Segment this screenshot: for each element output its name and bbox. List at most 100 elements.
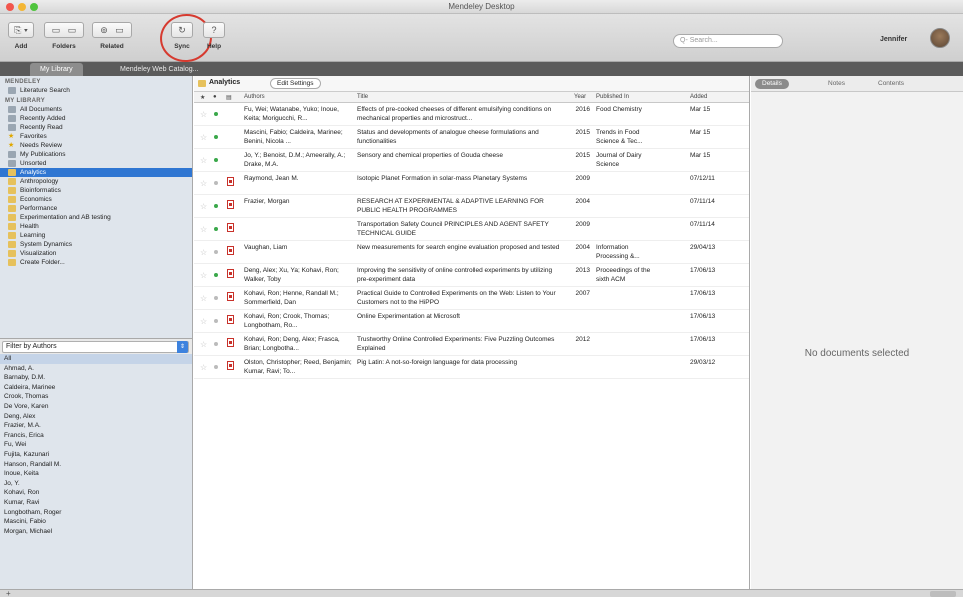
read-status-icon[interactable] — [214, 227, 218, 231]
read-status-column-icon[interactable]: ● — [213, 94, 217, 100]
star-icon[interactable]: ☆ — [200, 294, 207, 303]
edit-settings-button[interactable]: Edit Settings — [270, 78, 321, 89]
star-icon[interactable]: ☆ — [200, 248, 207, 257]
table-row[interactable]: ☆ Deng, Alex; Xu, Ya; Kohavi, Ron; Walker… — [194, 264, 749, 287]
help-button[interactable]: ? — [203, 22, 225, 38]
folders-button[interactable]: ▭ ▭ — [44, 22, 84, 38]
scrollbar[interactable] — [930, 591, 956, 597]
add-button[interactable]: ⎘ ▾ — [8, 22, 34, 38]
star-icon[interactable]: ☆ — [200, 133, 207, 142]
column-year[interactable]: Year — [574, 94, 586, 100]
column-authors[interactable]: Authors — [244, 94, 265, 100]
table-row[interactable]: ☆ Vaughan, Liam New measurements for searc… — [194, 241, 749, 264]
author-item[interactable]: Francis, Erica — [0, 431, 192, 441]
author-item[interactable]: Hanson, Randall M. — [0, 460, 192, 470]
tab-details[interactable]: Details — [755, 79, 789, 89]
tab-notes[interactable]: Notes — [821, 79, 852, 89]
sidebar-item-library[interactable]: Recently Read — [0, 123, 192, 132]
tab-web-catalog[interactable]: Mendeley Web Catalog... — [110, 63, 208, 76]
star-icon[interactable]: ☆ — [200, 363, 207, 372]
pdf-icon[interactable] — [227, 200, 234, 209]
author-item[interactable]: Frazier, M.A. — [0, 421, 192, 431]
sidebar-item-folder[interactable]: Visualization — [0, 249, 192, 258]
table-row[interactable]: ☆ Frazier, Morgan RESEARCH AT EXPERIMENTAL… — [194, 195, 749, 218]
author-item[interactable]: Inoue, Keita — [0, 469, 192, 479]
sidebar-item-library[interactable]: ★ Needs Review — [0, 141, 192, 150]
favorite-column-icon[interactable]: ★ — [200, 94, 205, 101]
author-item[interactable]: Jo, Y. — [0, 479, 192, 489]
author-item[interactable]: Kohavi, Ron — [0, 488, 192, 498]
table-row[interactable]: ☆ Transportation Safety Council PRINCIPLE… — [194, 218, 749, 241]
author-item[interactable]: Caldeira, Marinee — [0, 383, 192, 393]
pdf-icon[interactable] — [227, 269, 234, 278]
table-row[interactable]: ☆ Jo, Y.; Benoist, D.M.; Ameerally, A.; D… — [194, 149, 749, 172]
tab-contents[interactable]: Contents — [871, 79, 911, 89]
user-name[interactable]: Jennifer — [880, 36, 907, 43]
column-published-in[interactable]: Published In — [596, 94, 629, 100]
author-item[interactable]: Morgan, Michael — [0, 527, 192, 537]
author-item[interactable]: Crook, Thomas — [0, 392, 192, 402]
sidebar-item-library[interactable]: ★ Favorites — [0, 132, 192, 141]
author-item[interactable]: Mascini, Fabio — [0, 517, 192, 527]
author-item[interactable]: Barnaby, D.M. — [0, 373, 192, 383]
column-added[interactable]: Added — [690, 94, 707, 100]
read-status-icon[interactable] — [214, 273, 218, 277]
table-row[interactable]: ☆ Kohavi, Ron; Deng, Alex; Frasca, Brian;… — [194, 333, 749, 356]
sidebar-item-folder[interactable]: System Dynamics — [0, 240, 192, 249]
column-title[interactable]: Title — [357, 94, 368, 100]
file-column-icon[interactable]: ▤ — [226, 94, 232, 101]
author-item[interactable]: Kumar, Ravi — [0, 498, 192, 508]
search-input[interactable]: Q- Search... — [673, 34, 783, 48]
read-status-icon[interactable] — [214, 365, 218, 369]
author-item[interactable]: Deng, Alex — [0, 412, 192, 422]
table-row[interactable]: ☆ Kohavi, Ron; Henne, Randall M.; Sommerf… — [194, 287, 749, 310]
sidebar-item-folder[interactable]: Health — [0, 222, 192, 231]
star-icon[interactable]: ☆ — [200, 225, 207, 234]
pdf-icon[interactable] — [227, 177, 234, 186]
read-status-icon[interactable] — [214, 342, 218, 346]
sidebar-item-library[interactable]: My Publications — [0, 150, 192, 159]
read-status-icon[interactable] — [214, 158, 218, 162]
pdf-icon[interactable] — [227, 338, 234, 347]
pdf-icon[interactable] — [227, 223, 234, 232]
read-status-icon[interactable] — [214, 135, 218, 139]
filter-select[interactable]: Filter by Authors ⇕ — [2, 341, 189, 353]
sidebar-item-library[interactable]: Unsorted — [0, 159, 192, 168]
author-item[interactable]: Longbotham, Roger — [0, 508, 192, 518]
table-row[interactable]: ☆ Mascini, Fabio; Caldeira, Marinee; Beni… — [194, 126, 749, 149]
sidebar-item-library[interactable]: All Documents — [0, 105, 192, 114]
pdf-icon[interactable] — [227, 361, 234, 370]
star-icon[interactable]: ☆ — [200, 156, 207, 165]
author-item[interactable]: Fu, Wei — [0, 440, 192, 450]
author-item[interactable]: De Vore, Karen — [0, 402, 192, 412]
table-row[interactable]: ☆ Raymond, Jean M. Isotopic Planet Formati… — [194, 172, 749, 195]
read-status-icon[interactable] — [214, 319, 218, 323]
star-icon[interactable]: ☆ — [200, 110, 207, 119]
read-status-icon[interactable] — [214, 296, 218, 300]
related-button[interactable]: ⊚ ▭ — [92, 22, 132, 38]
sidebar-item-folder[interactable]: Experimentation and AB testing — [0, 213, 192, 222]
sidebar-item-folder[interactable]: Bioinformatics — [0, 186, 192, 195]
read-status-icon[interactable] — [214, 112, 218, 116]
read-status-icon[interactable] — [214, 181, 218, 185]
table-row[interactable]: ☆ Fu, Wei; Watanabe, Yuko; Inoue, Keita; … — [194, 103, 749, 126]
table-row[interactable]: ☆ Kohavi, Ron; Crook, Thomas; Longbotham,… — [194, 310, 749, 333]
add-folder-icon[interactable]: + — [6, 589, 11, 597]
star-icon[interactable]: ☆ — [200, 317, 207, 326]
star-icon[interactable]: ☆ — [200, 271, 207, 280]
read-status-icon[interactable] — [214, 250, 218, 254]
star-icon[interactable]: ☆ — [200, 340, 207, 349]
sidebar-item-folder[interactable]: Analytics — [0, 168, 192, 177]
author-item[interactable]: Ahmad, A. — [0, 364, 192, 374]
sidebar-item-folder[interactable]: Performance — [0, 204, 192, 213]
pdf-icon[interactable] — [227, 246, 234, 255]
avatar[interactable] — [930, 28, 950, 48]
author-item[interactable]: All — [0, 354, 192, 364]
sidebar-item-library[interactable]: Recently Added — [0, 114, 192, 123]
pdf-icon[interactable] — [227, 315, 234, 324]
pdf-icon[interactable] — [227, 292, 234, 301]
sidebar-item-literature-search[interactable]: Literature Search — [0, 86, 192, 95]
star-icon[interactable]: ☆ — [200, 202, 207, 211]
read-status-icon[interactable] — [214, 204, 218, 208]
tab-my-library[interactable]: My Library — [30, 63, 83, 76]
